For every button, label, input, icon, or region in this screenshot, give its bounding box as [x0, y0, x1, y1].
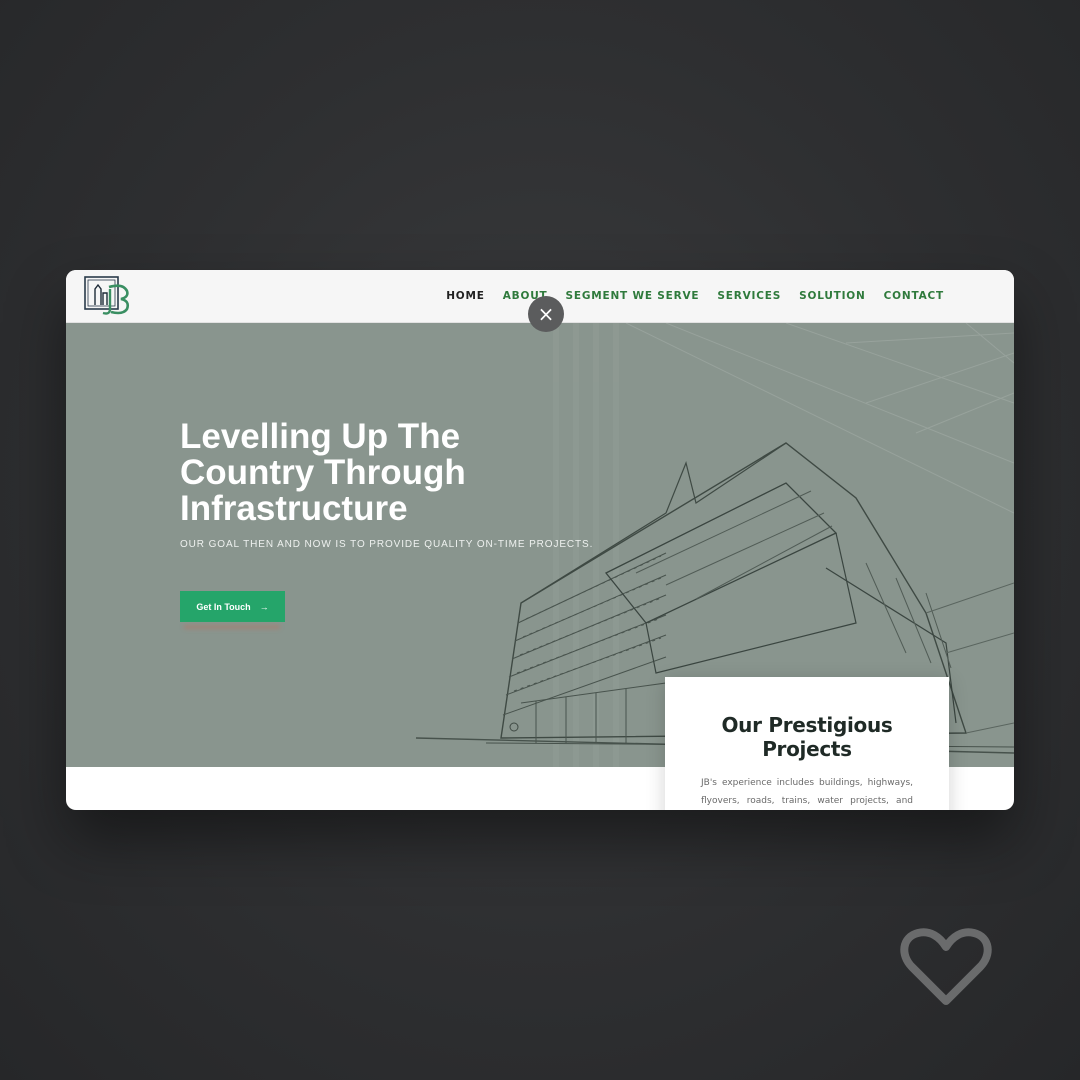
main-nav: HOME ABOUT SEGMENT WE SERVE SERVICES SOL…: [446, 290, 944, 302]
projects-card: Our Prestigious Projects JB's experience…: [665, 677, 949, 810]
cta-underline-decoration: [184, 625, 280, 629]
close-icon: ×: [537, 302, 555, 326]
arrow-right-icon: →: [259, 601, 269, 612]
hero-title-line: Country Through: [180, 453, 466, 492]
jb-logo-icon[interactable]: [83, 275, 133, 317]
preview-modal: HOME ABOUT SEGMENT WE SERVE SERVICES SOL…: [66, 270, 1014, 810]
hero-title-line: Infrastructure: [180, 489, 408, 528]
projects-title-line: Our Prestigious: [721, 713, 893, 737]
close-button[interactable]: ×: [528, 296, 564, 332]
projects-title-line: Projects: [762, 737, 852, 761]
hero-title-line: Levelling Up The: [180, 417, 461, 456]
nav-contact[interactable]: CONTACT: [884, 290, 944, 302]
cta-label: Get In Touch: [196, 601, 251, 612]
heart-icon[interactable]: [898, 925, 994, 1009]
nav-home[interactable]: HOME: [446, 290, 485, 302]
hero-title: Levelling Up The Country Through Infrast…: [180, 419, 560, 527]
nav-solution[interactable]: SOLUTION: [799, 290, 866, 302]
projects-description: JB's experience includes buildings, high…: [701, 778, 913, 806]
projects-title: Our Prestigious Projects: [701, 713, 913, 761]
hero-subtitle: OUR GOAL THEN AND NOW IS TO PROVIDE QUAL…: [180, 539, 594, 550]
nav-segment-we-serve[interactable]: SEGMENT WE SERVE: [565, 290, 699, 302]
get-in-touch-button[interactable]: Get In Touch →: [180, 591, 285, 622]
nav-services[interactable]: SERVICES: [717, 290, 781, 302]
